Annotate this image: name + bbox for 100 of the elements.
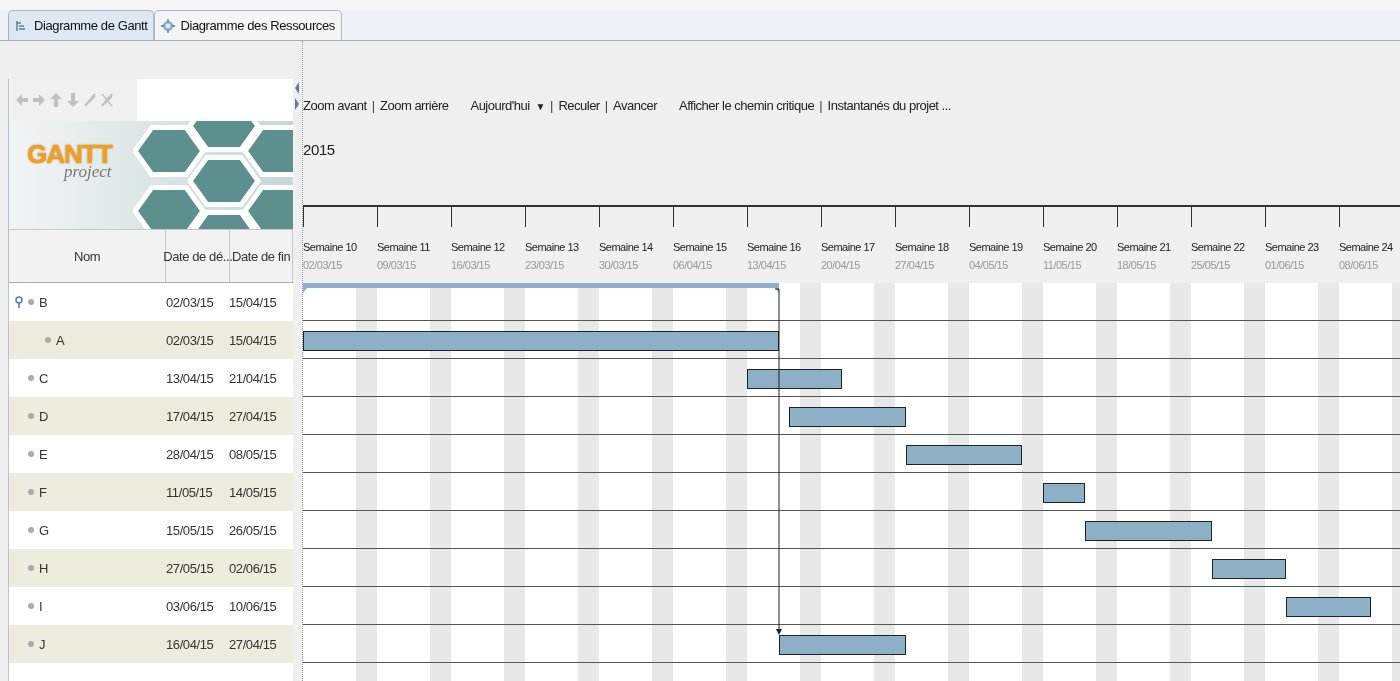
week-date: 09/03/15 bbox=[377, 259, 417, 271]
today-dropdown[interactable]: Aujourd'hui ▼ bbox=[470, 97, 545, 113]
separator: | bbox=[550, 97, 554, 113]
start-date: 02/03/15 bbox=[166, 294, 215, 310]
bullet-icon bbox=[45, 337, 51, 343]
task-name: D bbox=[39, 408, 48, 424]
task-row[interactable]: H 27/05/15 02/06/15 bbox=[9, 549, 293, 587]
week-label: Semaine 20 bbox=[1043, 241, 1098, 253]
start-date: 02/03/15 bbox=[166, 332, 215, 348]
start-date: 27/05/15 bbox=[166, 560, 215, 576]
task-bar[interactable] bbox=[1043, 483, 1086, 503]
week-date: 04/05/15 bbox=[969, 259, 1009, 271]
separator: | bbox=[604, 97, 609, 113]
task-name: E bbox=[39, 446, 48, 462]
task-bar[interactable] bbox=[905, 445, 1022, 465]
bullet-icon bbox=[28, 565, 34, 571]
week-date: 16/03/15 bbox=[451, 259, 491, 271]
task-row[interactable]: A 02/03/15 15/04/15 bbox=[9, 321, 293, 359]
week-date: 20/04/15 bbox=[821, 259, 861, 271]
task-row[interactable]: I 03/06/15 10/06/15 bbox=[9, 587, 293, 625]
start-date: 11/05/15 bbox=[166, 484, 214, 500]
task-name: F bbox=[39, 484, 47, 500]
collapse-arrows-icon[interactable] bbox=[294, 81, 300, 111]
logo-subtitle: project bbox=[64, 162, 112, 182]
toolbar-link[interactable]: Zoom arrière bbox=[380, 97, 449, 113]
task-bar[interactable] bbox=[789, 407, 906, 427]
task-name: G bbox=[39, 522, 49, 538]
end-date: 14/05/15 bbox=[229, 484, 278, 500]
task-name: C bbox=[39, 370, 48, 386]
task-bar[interactable] bbox=[747, 369, 843, 389]
end-date: 08/05/15 bbox=[229, 446, 278, 462]
week-label: Semaine 17 bbox=[821, 241, 876, 253]
end-date: 27/04/15 bbox=[229, 408, 278, 424]
week-date: 01/06/15 bbox=[1265, 259, 1305, 271]
week-date: 27/04/15 bbox=[895, 259, 935, 271]
end-date: 21/04/15 bbox=[229, 370, 278, 386]
end-date: 15/04/15 bbox=[229, 294, 278, 310]
week-label: Semaine 18 bbox=[895, 241, 950, 253]
week-date: 06/04/15 bbox=[673, 259, 713, 271]
week-date: 02/03/15 bbox=[303, 259, 343, 271]
tab[interactable]: Diagramme des Ressources bbox=[154, 10, 342, 40]
bullet-icon bbox=[28, 299, 34, 305]
year-label: 2015 bbox=[303, 140, 336, 160]
task-bar[interactable] bbox=[1085, 521, 1213, 541]
task-row[interactable]: F 11/05/15 14/05/15 bbox=[9, 473, 293, 511]
bullet-icon bbox=[28, 603, 34, 609]
week-label: Semaine 15 bbox=[673, 241, 728, 253]
end-date: 15/04/15 bbox=[229, 332, 278, 348]
bullet-icon bbox=[28, 489, 34, 495]
start-date: 16/04/15 bbox=[166, 636, 215, 652]
week-label: Semaine 24 bbox=[1339, 241, 1394, 253]
task-row[interactable]: G 15/05/15 26/05/15 bbox=[9, 511, 293, 549]
week-date: 18/05/15 bbox=[1117, 259, 1157, 271]
week-date: 08/06/15 bbox=[1339, 259, 1379, 271]
task-bar[interactable] bbox=[303, 331, 779, 351]
week-label: Semaine 16 bbox=[747, 241, 802, 253]
start-date: 28/04/15 bbox=[166, 446, 215, 462]
task-name: A bbox=[56, 332, 65, 348]
task-row[interactable]: B 02/03/15 15/04/15 bbox=[9, 283, 293, 321]
bullet-icon bbox=[28, 641, 34, 647]
week-label: Semaine 12 bbox=[451, 241, 506, 253]
collapse-icon[interactable] bbox=[15, 296, 23, 308]
task-row[interactable]: D 17/04/15 27/04/15 bbox=[9, 397, 293, 435]
week-date: 25/05/15 bbox=[1191, 259, 1231, 271]
tab[interactable]: Diagramme de Gantt bbox=[8, 10, 155, 40]
week-date: 30/03/15 bbox=[599, 259, 639, 271]
toolbar-link[interactable]: Reculer bbox=[558, 97, 600, 113]
task-row[interactable]: E 28/04/15 08/05/15 bbox=[9, 435, 293, 473]
toolbar-link[interactable]: Avancer bbox=[613, 97, 658, 113]
column-header[interactable]: Date de dé... bbox=[166, 230, 231, 282]
gear-icon bbox=[161, 18, 176, 33]
end-date: 02/06/15 bbox=[229, 560, 278, 576]
start-date: 03/06/15 bbox=[166, 598, 215, 614]
task-bar[interactable] bbox=[1286, 597, 1371, 617]
bullet-icon bbox=[28, 375, 34, 381]
end-date: 27/04/15 bbox=[229, 636, 278, 652]
task-bar[interactable] bbox=[1212, 559, 1287, 579]
week-label: Semaine 13 bbox=[525, 241, 580, 253]
task-name: H bbox=[39, 560, 48, 576]
task-row[interactable]: C 13/04/15 21/04/15 bbox=[9, 359, 293, 397]
week-label: Semaine 22 bbox=[1191, 241, 1246, 253]
toolbar-link[interactable]: Afficher le chemin critique bbox=[679, 97, 815, 113]
task-bar[interactable] bbox=[778, 635, 906, 655]
task-row[interactable]: J 16/04/15 27/04/15 bbox=[9, 625, 293, 663]
task-name: J bbox=[39, 636, 46, 652]
week-date: 13/04/15 bbox=[747, 259, 787, 271]
week-date: 23/03/15 bbox=[525, 259, 565, 271]
toolbar-link[interactable]: Instantanés du projet ... bbox=[827, 97, 951, 113]
toolbar-link[interactable]: Zoom avant bbox=[303, 97, 367, 113]
week-label: Semaine 19 bbox=[969, 241, 1024, 253]
week-label: Semaine 10 bbox=[303, 241, 358, 253]
week-label: Semaine 11 bbox=[377, 241, 431, 253]
week-label: Semaine 21 bbox=[1117, 241, 1172, 253]
week-date: 11/05/15 bbox=[1043, 259, 1082, 271]
start-date: 17/04/15 bbox=[166, 408, 215, 424]
start-date: 13/04/15 bbox=[166, 370, 215, 386]
start-date: 15/05/15 bbox=[166, 522, 215, 538]
task-name: I bbox=[39, 598, 43, 614]
bullet-icon bbox=[28, 413, 34, 419]
bullet-icon bbox=[28, 451, 34, 457]
